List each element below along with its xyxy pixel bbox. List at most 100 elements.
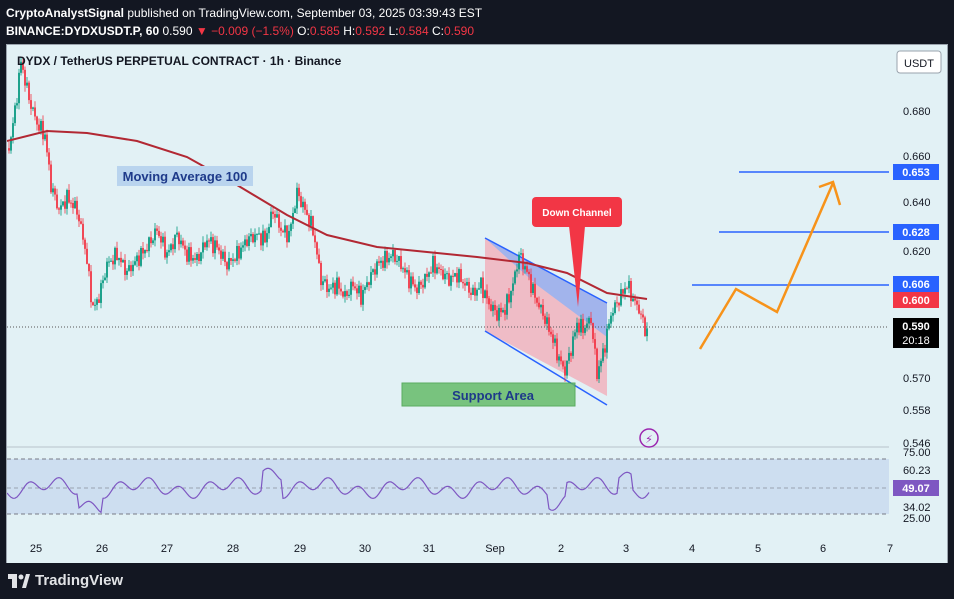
candle-body [252,234,254,243]
candle-body [506,294,508,315]
candle-body [218,247,220,251]
candle-body [82,223,84,240]
high-label: H: [343,24,356,38]
candle-body [430,272,432,274]
candle-body [156,228,158,231]
candle-body [490,304,492,311]
author-name[interactable]: CryptoAnalystSignal [6,6,124,20]
candle-body [264,230,266,243]
candle-body [60,205,62,210]
candle-body [192,258,194,261]
candle-body [440,269,442,271]
candle-body [584,327,586,333]
candle-body [372,269,374,273]
tick-0680: 0.680 [903,106,931,118]
close-label: C: [431,24,444,38]
candle-body [444,273,446,280]
candle-body [610,315,612,324]
candle-body [254,234,256,243]
candle-body [618,302,620,306]
candle-body [526,266,528,272]
time-axis[interactable]: 25 26 27 28 29 30 31 Sep 2 3 4 5 6 7 [30,543,893,555]
candle-body [508,294,510,303]
support-area-label: Support Area [452,388,535,403]
candle-body [544,315,546,324]
low-value: 0.584 [398,24,429,38]
candle-body [152,240,154,244]
time-label: 3 [623,543,629,555]
candle-body [346,291,348,296]
candle-body [570,352,572,356]
candle-body [102,280,104,284]
currency-label: USDT [904,58,934,70]
candle-body [608,323,610,329]
tick-0660: 0.660 [903,151,931,163]
open-value: 0.585 [309,24,340,38]
candle-body [434,255,436,274]
candle-body [636,300,638,305]
candle-body [284,225,286,233]
rsi-tick-25: 25.00 [903,513,931,525]
candle-body [540,304,542,308]
candle-body [538,302,540,308]
candle-body [178,232,180,245]
candle-body [594,339,596,349]
candle-body [72,202,74,209]
chart-frame[interactable]: Support Area DYDX / TetherUS PERPETUAL C… [6,44,948,564]
candle-body [224,251,226,263]
candle-body [278,214,280,228]
chart-svg[interactable]: Support Area DYDX / TetherUS PERPETUAL C… [6,45,947,563]
candle-body [228,258,230,270]
tick-0570: 0.570 [903,373,931,385]
candle-body [136,255,138,262]
candle-body [542,304,544,316]
candle-body [40,120,42,131]
candle-body [560,356,562,362]
tradingview-logo[interactable]: TradingView [8,572,123,589]
candle-body [532,283,534,293]
candle-body [318,254,320,263]
candle-body [612,312,614,316]
candle-body [268,227,270,234]
candle-body [98,299,100,303]
time-label: 6 [820,543,826,555]
tick-0558: 0.558 [903,405,931,417]
candle-body [476,289,478,296]
candle-body [376,261,378,275]
candle-body [120,257,122,263]
candle-body [492,304,494,311]
candle-body [96,299,98,305]
candle-body [414,284,416,288]
candle-body [336,277,338,295]
candle-body [18,72,20,104]
candle-body [382,260,384,268]
candle-body [16,103,18,106]
candle-body [624,288,626,294]
price-axis[interactable]: USDT 0.680 0.660 0.640 0.620 0.570 0.558… [889,45,947,563]
candle-body [70,202,72,204]
candle-body [438,267,440,270]
time-label: 4 [689,543,695,555]
candle-body [240,247,242,259]
candle-body [84,239,86,249]
candle-body [626,288,628,290]
candle-body [66,190,68,209]
published-text: published on TradingView.com, September … [127,6,483,20]
candle-body [630,280,632,302]
candle-body [250,234,252,237]
candle-body [154,228,156,241]
candle-body [138,255,140,266]
candle-body [436,267,438,274]
candle-body [576,322,578,333]
candle-body [580,318,582,333]
candle-body [272,211,274,215]
candle-body [176,232,178,235]
candle-body [504,310,506,315]
candle-body [174,234,176,250]
candle-body [130,265,132,272]
candle-body [378,261,380,263]
candle-body [210,237,212,242]
candle-body [616,302,618,304]
candle-body [598,366,600,380]
candle-body [214,240,216,254]
